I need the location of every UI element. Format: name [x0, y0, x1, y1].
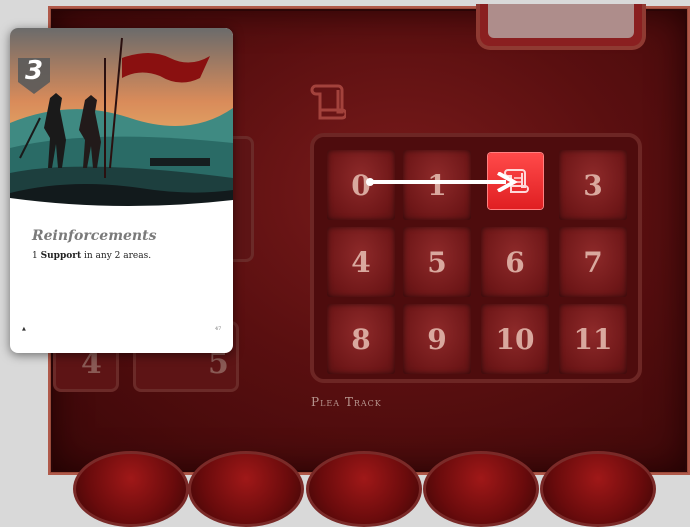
scroll-icon	[310, 84, 346, 120]
card-footer-symbol: ▲	[22, 326, 26, 332]
cell-number: 6	[505, 245, 525, 279]
top-card-slot[interactable]	[476, 4, 646, 50]
track-cell-4[interactable]: 4	[327, 227, 395, 297]
cell-number: 3	[583, 168, 603, 202]
track-cell-7[interactable]: 7	[559, 227, 627, 297]
cell-number: 4	[351, 245, 371, 279]
track-cell-6[interactable]: 6	[481, 227, 549, 297]
plea-track-label: Plea Track	[311, 395, 382, 409]
card-footer-number: 47	[215, 326, 222, 332]
track-cell-11[interactable]: 11	[559, 304, 627, 374]
card-cost: 3	[25, 56, 44, 86]
bottom-token-slot-5[interactable]	[540, 451, 656, 527]
track-cell-8[interactable]: 8	[327, 304, 395, 374]
arrow-right-icon	[366, 172, 519, 192]
track-cell-9[interactable]: 9	[403, 304, 471, 374]
card-text-keyword: Support	[40, 251, 82, 261]
track-cell-10[interactable]: 10	[481, 304, 549, 374]
cell-number: 5	[427, 245, 447, 279]
bottom-token-slot-4[interactable]	[423, 451, 539, 527]
cell-number: 7	[583, 245, 603, 279]
plea-track: 0 1 3 4 5 6 7 8 9 10 11	[310, 133, 642, 383]
track-cell-3[interactable]: 3	[559, 150, 627, 220]
cell-number: 9	[427, 322, 447, 356]
bottom-token-slot-2[interactable]	[188, 451, 304, 527]
top-card-slot-inner	[488, 4, 634, 38]
card-text: 1 Support in any 2 areas.	[32, 251, 151, 261]
track-cell-5[interactable]: 5	[403, 227, 471, 297]
action-card[interactable]: 3 Reinforcements 1 Support in any 2 area…	[10, 28, 233, 353]
cell-number: 11	[573, 322, 613, 356]
bottom-token-slot-1[interactable]	[73, 451, 189, 527]
card-text-count: 1	[32, 251, 38, 261]
card-text-rest: in any 2 areas.	[81, 251, 152, 261]
cell-number: 8	[351, 322, 371, 356]
cell-number: 10	[495, 322, 535, 356]
card-artwork	[10, 28, 233, 238]
bottom-token-slot-3[interactable]	[306, 451, 422, 527]
card-title: Reinforcements	[32, 228, 157, 244]
